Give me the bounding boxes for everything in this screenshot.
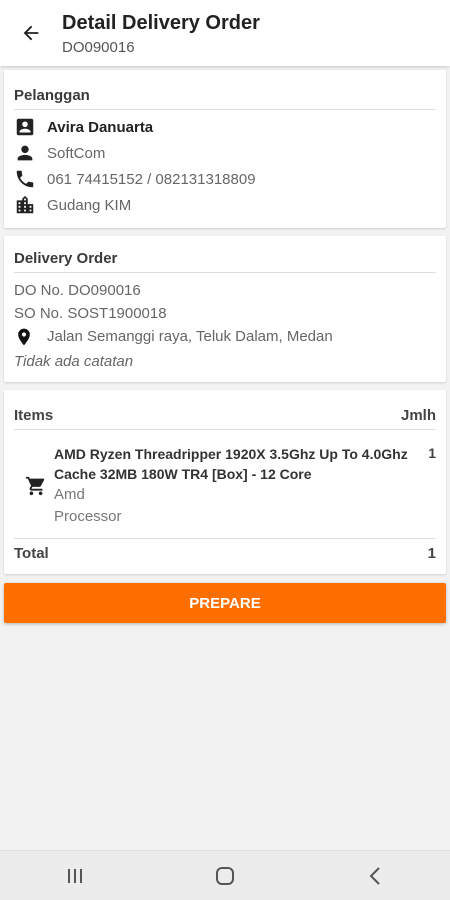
contact-card-icon — [16, 118, 34, 136]
home-button[interactable] — [195, 856, 255, 896]
total-label: Total — [14, 545, 49, 562]
arrow-back-icon — [23, 25, 39, 41]
customer-card: Pelanggan Avira Danuarta SoftCom 061 744… — [4, 70, 446, 228]
customer-phone: 061 74415152 / 082131318809 — [47, 170, 256, 188]
item-qty: 1 — [428, 445, 436, 461]
total-row: Total 1 — [4, 539, 446, 574]
customer-phone-row[interactable]: 061 74415152 / 082131318809 — [4, 166, 446, 192]
customer-section-header: Pelanggan — [4, 70, 446, 110]
customer-company: SoftCom — [47, 144, 106, 162]
phone-icon — [16, 170, 34, 188]
total-qty: 1 — [427, 545, 436, 562]
delivery-section-header: Delivery Order — [4, 236, 446, 273]
do-number: DO No. DO090016 — [14, 282, 141, 299]
items-header: Items Jmlh — [4, 390, 446, 424]
customer-warehouse-row: Gudang KIM — [4, 192, 446, 218]
cart-icon — [25, 476, 45, 496]
building-icon — [16, 195, 34, 214]
nav-back-button[interactable] — [345, 856, 405, 896]
item-brand: Amd — [54, 486, 85, 503]
items-header-qty: Jmlh — [400, 407, 436, 424]
customer-name: Avira Danuarta — [47, 118, 154, 136]
list-item[interactable]: AMD Ryzen Threadripper 1920X 3.5Ghz Up T… — [14, 430, 436, 539]
page-subtitle: DO090016 — [62, 39, 135, 56]
chevron-left-icon — [369, 866, 380, 885]
prepare-button[interactable]: PREPARE — [4, 583, 446, 623]
recent-apps-button[interactable] — [45, 856, 105, 896]
customer-warehouse: Gudang KIM — [47, 196, 132, 214]
customer-name-row: Avira Danuarta — [4, 114, 446, 140]
customer-section-title: Pelanggan — [14, 87, 90, 104]
delivery-address: Jalan Semanggi raya, Teluk Dalam, Medan — [47, 328, 333, 345]
person-icon — [17, 145, 33, 161]
recent-apps-icon — [68, 868, 82, 883]
item-name: AMD Ryzen Threadripper 1920X 3.5Ghz Up T… — [54, 446, 408, 482]
home-icon — [216, 866, 234, 885]
item-category: Processor — [54, 508, 122, 525]
address-row: Jalan Semanggi raya, Teluk Dalam, Medan — [4, 325, 446, 348]
delivery-section-title: Delivery Order — [14, 250, 118, 267]
delivery-card: Delivery Order DO No. DO090016 SO No. SO… — [4, 236, 446, 382]
page-title: Detail Delivery Order — [62, 12, 260, 34]
system-nav-bar — [0, 850, 450, 900]
location-pin-icon — [18, 328, 30, 345]
items-card: Items Jmlh AMD Ryzen Threadripper 1920X … — [4, 390, 446, 574]
so-number: SO No. SOST1900018 — [14, 305, 167, 322]
app-bar: Detail Delivery Order DO090016 — [0, 0, 450, 66]
delivery-note: Tidak ada catatan — [14, 353, 134, 370]
customer-company-row: SoftCom — [4, 140, 446, 166]
items-header-label: Items — [14, 407, 54, 424]
back-button[interactable] — [0, 0, 62, 66]
